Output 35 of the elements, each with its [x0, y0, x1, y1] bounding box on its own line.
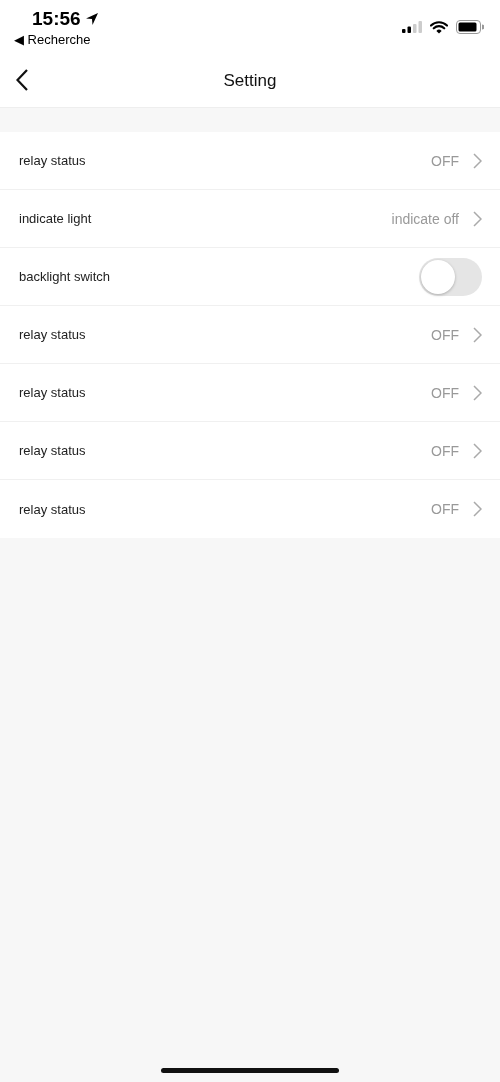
settings-row[interactable]: relay status OFF	[0, 422, 500, 480]
page-title: Setting	[223, 71, 277, 91]
chevron-icon	[473, 384, 482, 401]
location-arrow-icon	[84, 12, 99, 26]
row-label: relay status	[19, 327, 87, 342]
row-value: indicate off	[391, 210, 459, 227]
back-chevron-icon	[16, 69, 28, 91]
row-value: OFF	[431, 501, 459, 517]
settings-row[interactable]: relay status OFF	[0, 306, 500, 364]
back-to-app-link[interactable]: ◀ Recherche	[14, 32, 99, 47]
row-label: indicate light	[19, 211, 93, 226]
status-time: 15:56	[32, 8, 81, 30]
settings-row[interactable]: relay status OFF	[0, 132, 500, 190]
chevron-icon	[473, 152, 482, 169]
battery-icon	[456, 20, 484, 34]
row-value: OFF	[431, 384, 459, 401]
settings-row[interactable]: relay status OFF	[0, 480, 500, 538]
row-label: relay status	[19, 153, 87, 168]
row-value: OFF	[431, 326, 459, 343]
back-button[interactable]	[14, 67, 30, 93]
signal-icon	[402, 21, 422, 33]
toggle-switch[interactable]	[419, 257, 482, 296]
chevron-icon	[473, 442, 482, 459]
row-value: OFF	[431, 442, 459, 459]
row-label: relay status	[19, 443, 87, 458]
row-value: OFF	[431, 152, 459, 169]
chevron-icon	[473, 210, 482, 227]
row-label: backlight switch	[19, 269, 112, 284]
settings-row[interactable]: indicate light indicate off	[0, 190, 500, 248]
chevron-icon	[473, 501, 482, 517]
settings-row[interactable]: relay status OFF	[0, 364, 500, 422]
wifi-icon	[430, 20, 448, 34]
row-label: relay status	[19, 501, 87, 517]
chevron-icon	[473, 326, 482, 343]
row-label: relay status	[19, 385, 87, 400]
